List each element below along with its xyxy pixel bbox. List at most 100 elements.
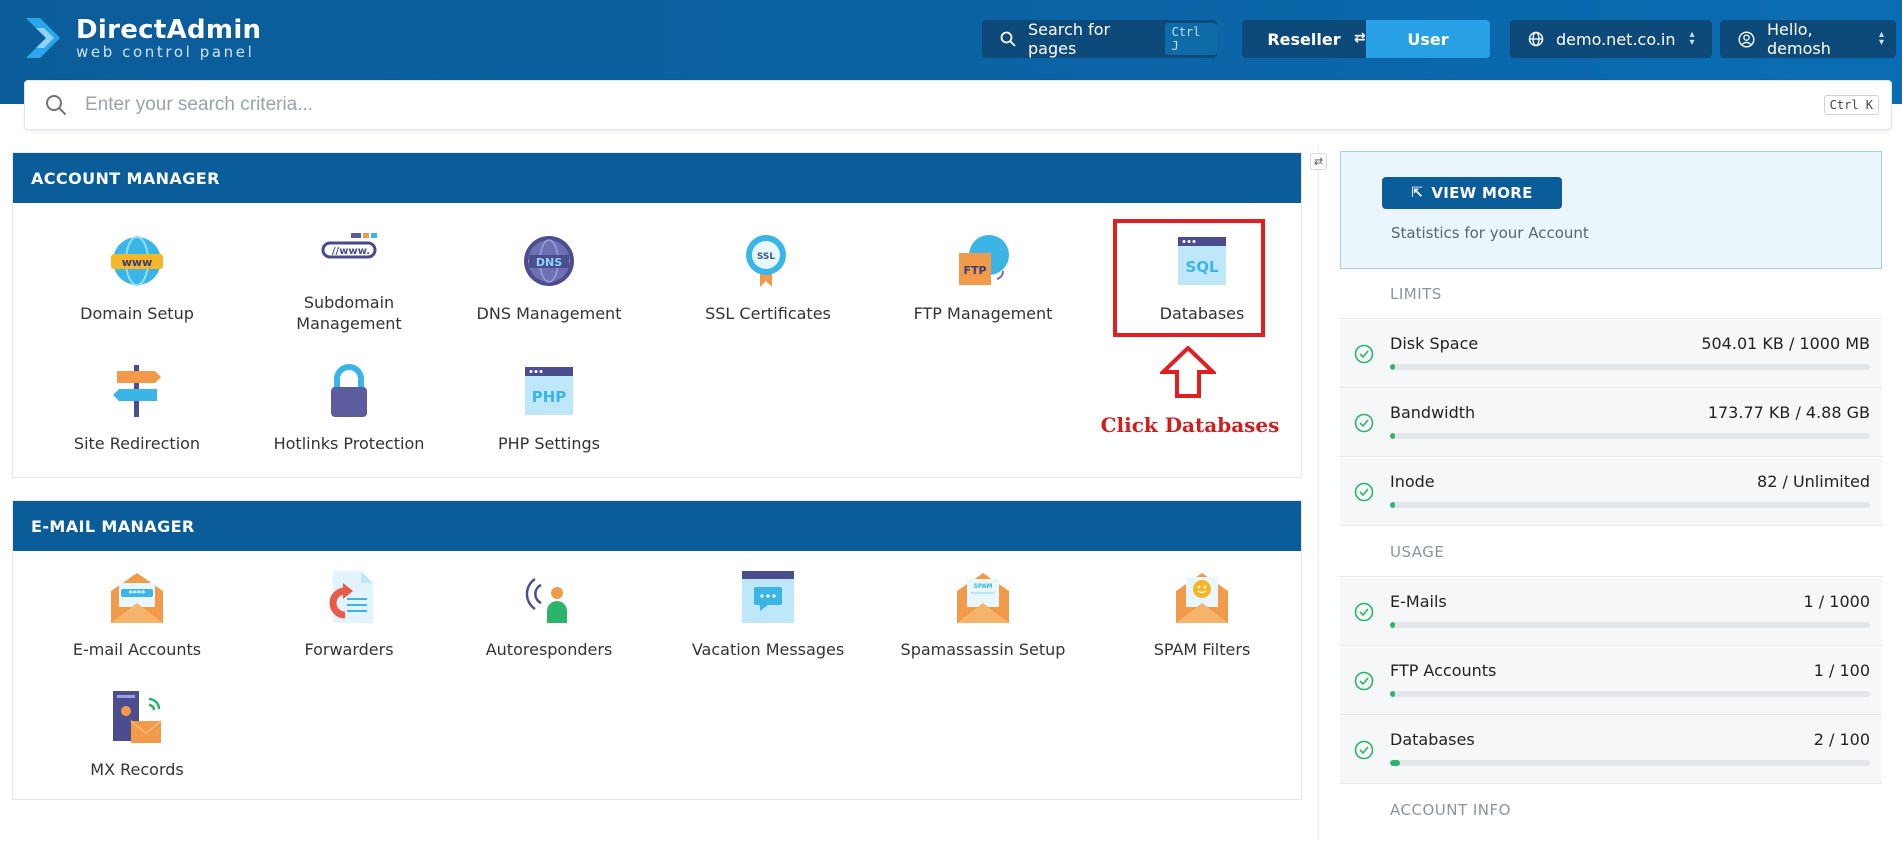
stat-row-databases: Databases 2 / 100 (1340, 716, 1882, 784)
svg-text:****: **** (129, 589, 147, 598)
view-more-label: VIEW MORE (1431, 184, 1533, 202)
svg-text:www: www (122, 256, 153, 269)
site-redirection-tile[interactable]: Site Redirection (31, 363, 243, 456)
tile-label: SSL Certificates (705, 304, 831, 323)
up-arrow-icon (1160, 346, 1216, 398)
spam-filter-envelope-icon (1176, 573, 1228, 623)
stat-progress-bar (1390, 691, 1870, 697)
tile-label: SPAM Filters (1153, 640, 1251, 659)
forwarders-tile[interactable]: Forwarders (243, 569, 455, 662)
stat-progress-bar (1390, 760, 1870, 766)
reseller-mode-button[interactable]: Reseller (1242, 20, 1366, 58)
user-greeting: Hello, demosh (1767, 20, 1831, 58)
svg-text:PHP: PHP (532, 388, 567, 406)
tile-label: DNS Management (476, 304, 622, 323)
email-manager-title: E-MAIL MANAGER (13, 501, 1301, 551)
stat-row-bandwidth: Bandwidth 173.77 KB / 4.88 GB (1340, 389, 1882, 457)
php-file-icon: PHP (525, 367, 573, 415)
stat-name: Disk Space (1390, 334, 1479, 353)
tile-label: Site Redirection (73, 434, 201, 453)
svg-text://www.: //www. (332, 246, 370, 257)
directadmin-logo[interactable]: DirectAdmin web control panel (22, 14, 261, 62)
stat-value: 173.77 KB / 4.88 GB (1707, 403, 1870, 422)
limits-heading: LIMITS (1340, 269, 1882, 319)
swap-arrows-icon: ⇄ (1354, 30, 1366, 46)
signpost-icon (113, 365, 161, 417)
tile-label: MX Records (90, 760, 184, 779)
stat-value: 1 / 100 (1813, 661, 1870, 680)
check-circle-icon (1354, 671, 1374, 691)
domain-name: demo.net.co.in (1556, 29, 1676, 49)
check-circle-icon (1354, 344, 1374, 364)
stat-progress-fill (1390, 433, 1395, 439)
chevron-updown-icon: ▴ ▾ (1689, 29, 1695, 48)
logo-chevron-icon (26, 18, 60, 58)
forward-document-icon (329, 571, 373, 623)
stat-progress-fill (1390, 622, 1395, 628)
tile-label: FTP Management (913, 304, 1053, 323)
php-settings-tile[interactable]: PHP PHP Settings (443, 363, 655, 456)
your-account-card: Your Account Statistics for your Account (1340, 151, 1882, 269)
tile-label: Autoresponders (485, 640, 613, 659)
stat-progress-bar (1390, 433, 1870, 439)
globe-icon (1528, 31, 1544, 47)
mx-records-tile[interactable]: MX Records (31, 689, 243, 782)
subdomain-icon: //www. (321, 233, 377, 259)
spamassassin-setup-tile[interactable]: SPAM Spamassassin Setup (877, 569, 1089, 662)
usage-heading: USAGE (1340, 527, 1882, 577)
stat-progress-fill (1390, 760, 1400, 766)
global-search-bar: Ctrl K (24, 80, 1892, 130)
spam-filters-tile[interactable]: SPAM Filters (1096, 569, 1308, 662)
stat-row-emails: E-Mails 1 / 1000 (1340, 578, 1882, 646)
envelope-password-icon: **** (111, 573, 163, 623)
page-search-shortcut: Ctrl J (1165, 23, 1217, 55)
hotlinks-protection-tile[interactable]: Hotlinks Protection (243, 363, 455, 456)
user-menu[interactable]: Hello, demosh ▴ ▾ (1720, 20, 1896, 58)
svg-text:DNS: DNS (536, 256, 562, 269)
stat-progress-bar (1390, 364, 1870, 370)
mx-server-icon (113, 691, 162, 743)
stat-name: Databases (1390, 730, 1475, 749)
stat-row-ftp-accounts: FTP Accounts 1 / 100 (1340, 647, 1882, 715)
autoresponder-person-icon (525, 577, 567, 623)
ssl-certificates-tile[interactable]: SSL SSL Certificates (662, 233, 874, 326)
column-divider (1318, 144, 1319, 841)
tile-label: Spamassassin Setup (900, 640, 1066, 659)
vacation-messages-tile[interactable]: Vacation Messages (662, 569, 874, 662)
email-accounts-tile[interactable]: **** E-mail Accounts (31, 569, 243, 662)
tile-label: Subdomain Management (296, 293, 402, 333)
stat-progress-fill (1390, 364, 1395, 370)
domain-setup-tile[interactable]: www Domain Setup (31, 233, 243, 326)
tile-label: PHP Settings (497, 434, 601, 453)
chevron-updown-icon: ▴ ▾ (1878, 29, 1884, 48)
databases-highlight-box (1113, 219, 1265, 337)
stat-name: Inode (1390, 472, 1435, 491)
padlock-icon (331, 364, 367, 417)
tile-label: Domain Setup (80, 304, 194, 323)
search-icon (1000, 31, 1016, 47)
ftp-management-tile[interactable]: FTP FTP Management (877, 233, 1089, 326)
domain-selector[interactable]: demo.net.co.in ▴ ▾ (1510, 20, 1712, 58)
stat-progress-bar (1390, 502, 1870, 508)
subdomain-management-tile[interactable]: //www. Subdomain Management (243, 233, 455, 334)
global-search-input[interactable] (85, 94, 1824, 116)
search-shortcut: Ctrl K (1823, 95, 1879, 115)
check-circle-icon (1354, 413, 1374, 433)
user-mode-button[interactable]: User (1366, 20, 1490, 58)
stat-value: 504.01 KB / 1000 MB (1701, 334, 1870, 353)
mode-toggle[interactable]: Reseller User ⇄ (1242, 20, 1490, 58)
stat-value: 2 / 100 (1813, 730, 1870, 749)
brand-tagline: web control panel (76, 43, 255, 61)
autoresponders-tile[interactable]: Autoresponders (443, 569, 655, 662)
view-more-button[interactable]: ⇱ VIEW MORE (1382, 177, 1562, 209)
tile-label: Vacation Messages (691, 640, 845, 659)
tile-label: E-mail Accounts (72, 640, 202, 659)
page-search-button[interactable]: Search for pages Ctrl J (982, 20, 1217, 58)
click-databases-annotation: Click Databases (1100, 413, 1280, 437)
dns-management-tile[interactable]: DNS DNS Management (443, 233, 655, 326)
stat-row-disk-space: Disk Space 504.01 KB / 1000 MB (1340, 320, 1882, 388)
swap-layout-icon[interactable]: ⇄ (1310, 153, 1327, 170)
stat-progress-bar (1390, 622, 1870, 628)
email-manager-panel: E-MAIL MANAGER **** E-mail Accounts Forw… (12, 500, 1302, 800)
stat-name: FTP Accounts (1390, 661, 1497, 680)
